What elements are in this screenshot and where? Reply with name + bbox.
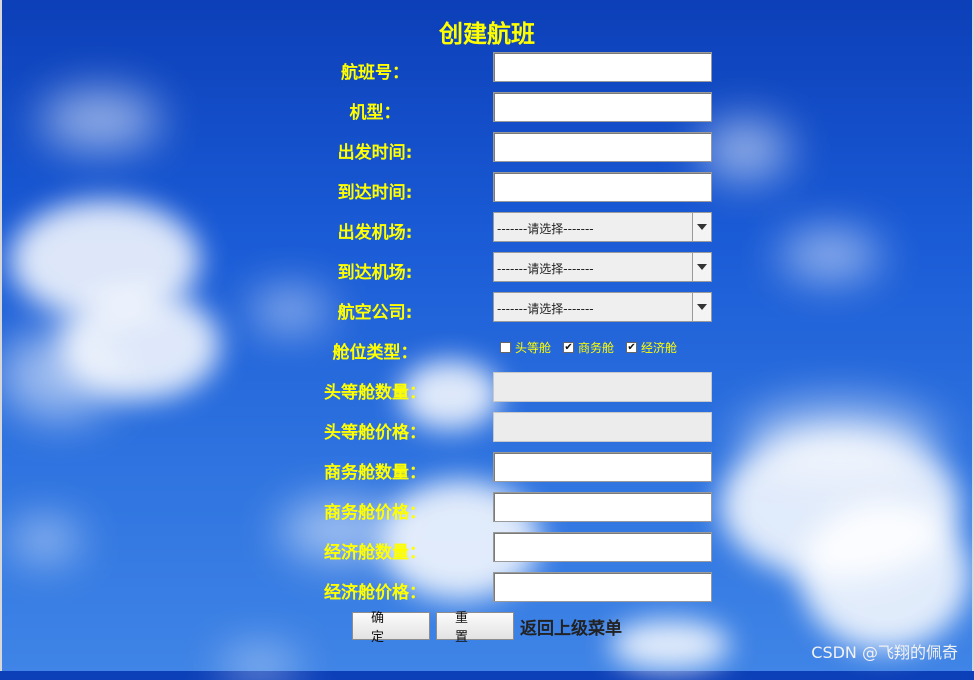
aircraft-type-label: 机型： — [349, 103, 401, 123]
row-aircraft-type: 机型： — [0, 91, 974, 125]
row-departure-time: 出发时间: — [0, 131, 974, 165]
economy-class-checkbox[interactable]: ✔ 经济舱 — [626, 339, 677, 356]
chevron-down-icon — [697, 264, 707, 270]
airline-label: 航空公司: — [337, 303, 413, 323]
first-class-count-input — [493, 372, 712, 402]
checkbox-checked-icon[interactable]: ✔ — [563, 342, 575, 353]
arrival-airport-label: 到达机场: — [337, 263, 413, 283]
row-arrival-airport: 到达机场: -------请选择------- — [0, 251, 974, 285]
row-economy-class-price: 经济舱价格： — [0, 571, 974, 605]
departure-time-label: 出发时间: — [337, 143, 413, 163]
arrival-airport-value: -------请选择------- — [497, 262, 594, 276]
back-to-menu-link[interactable]: 返回上级菜单 — [520, 614, 622, 639]
row-departure-airport: 出发机场: -------请选择------- — [0, 211, 974, 245]
dropdown-button[interactable] — [692, 253, 711, 281]
reset-button[interactable]: 重置 — [436, 611, 514, 645]
row-cabin-type: 舱位类型： 头等舱 ✔ 商务舱 ✔ 经济舱 — [0, 331, 974, 365]
checkbox-checked-icon[interactable]: ✔ — [626, 342, 638, 353]
row-business-class-count: 商务舱数量： — [0, 451, 974, 485]
economy-class-checkbox-label: 经济舱 — [641, 341, 678, 355]
first-class-price-label: 头等舱价格： — [324, 423, 426, 443]
economy-class-price-input[interactable] — [493, 572, 712, 602]
economy-class-price-label: 经济舱价格： — [324, 583, 426, 603]
cabin-type-checkboxes: 头等舱 ✔ 商务舱 ✔ 经济舱 — [500, 339, 677, 356]
row-first-class-price: 头等舱价格： — [0, 411, 974, 445]
business-class-price-input[interactable] — [493, 492, 712, 522]
row-economy-class-count: 经济舱数量： — [0, 531, 974, 565]
confirm-button[interactable]: 确定 — [352, 611, 430, 645]
arrival-time-input[interactable] — [493, 172, 712, 202]
business-class-count-input[interactable] — [493, 452, 712, 482]
first-class-checkbox[interactable]: 头等舱 — [500, 339, 551, 356]
checkbox-unchecked-icon[interactable] — [500, 342, 511, 353]
row-first-class-count: 头等舱数量： — [0, 371, 974, 405]
airline-select[interactable]: -------请选择------- — [493, 292, 712, 322]
row-arrival-time: 到达时间: — [0, 171, 974, 205]
dropdown-button[interactable] — [692, 213, 711, 241]
departure-airport-select[interactable]: -------请选择------- — [493, 212, 712, 242]
row-airline: 航空公司: -------请选择------- — [0, 291, 974, 325]
departure-airport-value: -------请选择------- — [497, 222, 594, 236]
business-class-checkbox-label: 商务舱 — [578, 341, 615, 355]
first-class-price-input — [493, 412, 712, 442]
airline-value: -------请选择------- — [497, 302, 594, 316]
form-actions: 确定 重置 返回上级菜单 — [352, 611, 622, 645]
business-class-price-label: 商务舱价格： — [324, 503, 426, 523]
economy-class-count-input[interactable] — [493, 532, 712, 562]
arrival-airport-select[interactable]: -------请选择------- — [493, 252, 712, 282]
cabin-type-label: 舱位类型： — [332, 343, 418, 363]
page-title: 创建航班 — [439, 20, 535, 48]
chevron-down-icon — [697, 224, 707, 230]
aircraft-type-input[interactable] — [493, 92, 712, 122]
economy-class-count-label: 经济舱数量： — [324, 543, 426, 563]
chevron-down-icon — [697, 304, 707, 310]
departure-airport-label: 出发机场: — [337, 223, 413, 243]
row-flight-number: 航班号： — [0, 51, 974, 85]
flight-number-input[interactable] — [493, 52, 712, 82]
row-business-class-price: 商务舱价格： — [0, 491, 974, 525]
business-class-checkbox[interactable]: ✔ 商务舱 — [563, 339, 614, 356]
dropdown-button[interactable] — [692, 293, 711, 321]
watermark: CSDN @飞翔的佩奇 — [811, 643, 958, 662]
departure-time-input[interactable] — [493, 132, 712, 162]
first-class-count-label: 头等舱数量： — [324, 383, 426, 403]
arrival-time-label: 到达时间: — [337, 183, 413, 203]
first-class-checkbox-label: 头等舱 — [515, 341, 552, 355]
flight-number-label: 航班号： — [341, 63, 409, 83]
business-class-count-label: 商务舱数量： — [324, 463, 426, 483]
